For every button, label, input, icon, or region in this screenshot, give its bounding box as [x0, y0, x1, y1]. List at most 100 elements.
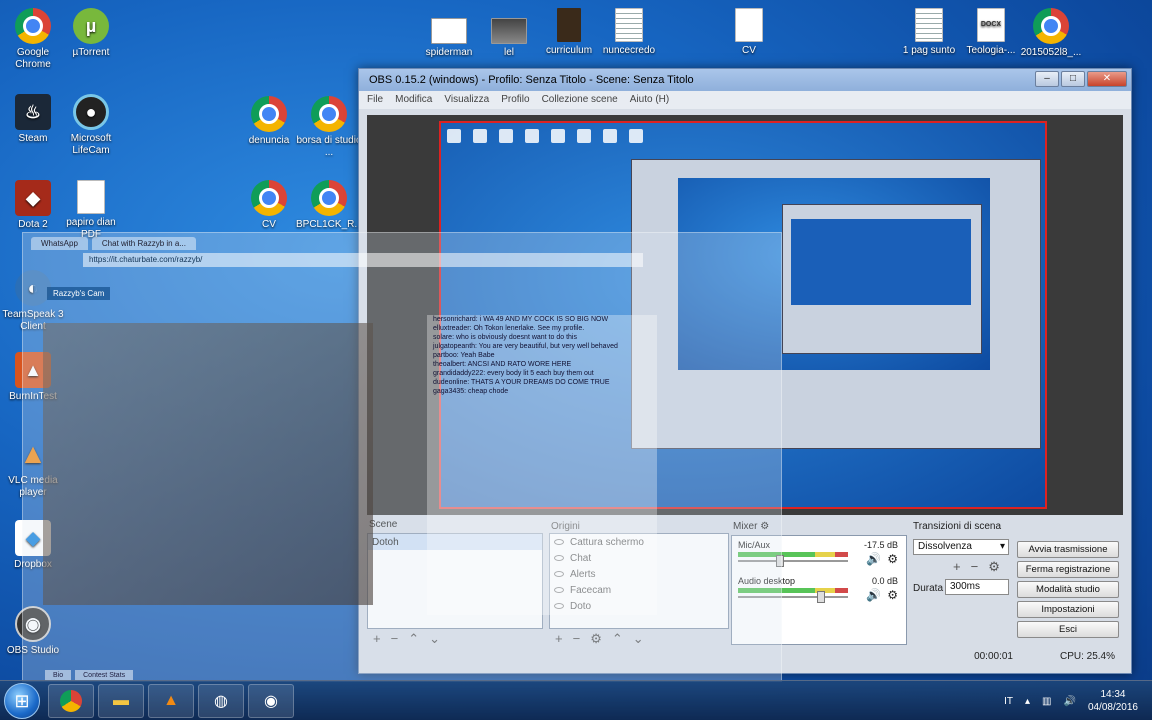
- desktop-icon-label: curriculum: [545, 45, 593, 56]
- start-button[interactable]: [4, 683, 40, 719]
- window-controls: – □ ✕: [1035, 71, 1127, 87]
- minimize-button[interactable]: –: [1035, 71, 1059, 87]
- close-button[interactable]: ✕: [1087, 71, 1127, 87]
- dota2-icon: ◆: [15, 180, 51, 216]
- chat-message: theoalbert: ANCSI AND RATO WORE HERE: [433, 361, 572, 368]
- desktop-icon-teologia[interactable]: DOCX Teologia-...: [958, 8, 1024, 57]
- speaker-icon[interactable]: 🔊: [1063, 696, 1075, 707]
- speaker-icon[interactable]: 🔊: [866, 588, 881, 602]
- chrome-icon: [311, 180, 347, 216]
- image-icon: [491, 18, 527, 44]
- desktop-icon-lifecam[interactable]: ● Microsoft LifeCam: [58, 94, 124, 157]
- gear-icon[interactable]: ⚙: [887, 588, 898, 602]
- desktop-icon-label: BPCL1CK_R...: [296, 219, 363, 230]
- remove-transition-button[interactable]: −: [971, 559, 979, 575]
- studio-mode-button[interactable]: Modalità studio: [1017, 581, 1119, 598]
- image-icon: [557, 8, 581, 42]
- clock-time: 14:34: [1100, 689, 1126, 700]
- network-icon[interactable]: ▥: [1042, 696, 1051, 707]
- settings-button[interactable]: Impostazioni: [1017, 601, 1119, 618]
- chrome-icon: [251, 180, 287, 216]
- chrome-icon: [251, 96, 287, 132]
- obs-title-bar[interactable]: OBS 0.15.2 (windows) - Profilo: Senza Ti…: [359, 69, 1131, 91]
- add-transition-button[interactable]: +: [953, 559, 961, 575]
- exit-button[interactable]: Esci: [1017, 621, 1119, 638]
- desktop-icon-borsa[interactable]: borsa di studio ...: [296, 96, 362, 159]
- volume-slider-knob[interactable]: [816, 591, 825, 603]
- desktop-icon-label: Steam: [18, 133, 48, 144]
- status-cpu: CPU: 25.4%: [1059, 651, 1115, 662]
- menu-profilo[interactable]: Profilo: [501, 91, 529, 109]
- stop-recording-button[interactable]: Ferma registrazione: [1017, 561, 1119, 578]
- desktop-icon-lel[interactable]: lel: [476, 18, 542, 59]
- taskbar-vlc[interactable]: ▲: [148, 684, 194, 718]
- arrow-up-icon[interactable]: ▴: [1025, 696, 1030, 707]
- clock[interactable]: 14:34 04/08/2016: [1088, 688, 1138, 714]
- docx-icon: DOCX: [977, 8, 1005, 42]
- desktop-icon-label: 1 pag sunto: [902, 45, 956, 56]
- desktop-icon-label: CV: [742, 45, 756, 56]
- chat-message: partboo: Yeah Babe: [433, 352, 495, 359]
- utorrent-icon: µ: [73, 8, 109, 44]
- taskbar-explorer[interactable]: ▬: [98, 684, 144, 718]
- taskbar-obs[interactable]: ◉: [248, 684, 294, 718]
- transitions-panel-label: Transizioni di scena: [913, 521, 1002, 532]
- window-title: OBS 0.15.2 (windows) - Profilo: Senza Ti…: [369, 74, 694, 86]
- clock-date: 04/08/2016: [1087, 702, 1138, 713]
- cam-title: Razzyb's Cam: [47, 287, 111, 300]
- desktop-icon-steam[interactable]: ♨ Steam: [0, 94, 66, 145]
- menu-visualizza[interactable]: Visualizza: [444, 91, 489, 109]
- address-bar[interactable]: https://it.chaturbate.com/razzyb/: [83, 253, 643, 267]
- webcam-video[interactable]: [43, 323, 373, 605]
- browser-tab[interactable]: WhatsApp: [31, 237, 88, 250]
- chevron-down-icon: ▾: [999, 541, 1005, 552]
- desktop-icon-curriculum[interactable]: curriculum: [536, 8, 602, 57]
- desktop-icon-label: nuncecredo: [602, 45, 656, 56]
- chrome-icon: [60, 690, 82, 712]
- desktop-icon-utorrent[interactable]: µ µTorrent: [58, 8, 124, 59]
- chat-message: hersonrichard: i WA 49 AND MY COCK IS SO…: [433, 316, 609, 323]
- start-streaming-button[interactable]: Avvia trasmissione: [1017, 541, 1119, 558]
- menu-bar: File Modifica Visualizza Profilo Collezi…: [359, 91, 1131, 109]
- desktop-icon-bpclick[interactable]: BPCL1CK_R...: [296, 180, 363, 231]
- taskbar-chrome[interactable]: [48, 684, 94, 718]
- duration-input[interactable]: 300ms: [945, 579, 1009, 595]
- desktop-icon-cv-chrome[interactable]: CV: [236, 180, 302, 231]
- desktop-icon-label: borsa di studio ...: [296, 135, 362, 158]
- gear-icon[interactable]: ⚙: [988, 559, 1000, 575]
- desktop-icon-cv-doc[interactable]: CV: [716, 8, 782, 57]
- chrome-icon: [1033, 8, 1069, 44]
- desktop-icon-label: µTorrent: [72, 47, 110, 58]
- chat-message: elluxtreader: Oh Tokon lenerlake. See my…: [433, 325, 585, 332]
- gear-icon[interactable]: ⚙: [887, 552, 898, 566]
- desktop-icon-label: lel: [503, 47, 514, 58]
- menu-modifica[interactable]: Modifica: [395, 91, 432, 109]
- menu-file[interactable]: File: [367, 91, 383, 109]
- desktop-icon-denuncia[interactable]: denuncia: [236, 96, 302, 147]
- chrome-icon: [15, 8, 51, 44]
- desktop-icon-label: spiderman: [425, 47, 473, 58]
- taskbar-steam[interactable]: ◍: [198, 684, 244, 718]
- desktop-icon-sunto[interactable]: 1 pag sunto: [896, 8, 962, 57]
- transition-select[interactable]: Dissolvenza ▾: [913, 539, 1009, 555]
- menu-collezione-scene[interactable]: Collezione scene: [542, 91, 618, 109]
- document-icon: [915, 8, 943, 42]
- desktop-icon-chrome[interactable]: Google Chrome: [0, 8, 66, 71]
- desktop-icon-dota2[interactable]: ◆ Dota 2: [0, 180, 66, 231]
- desktop-icon-nuncecredo[interactable]: nuncecredo: [596, 8, 662, 57]
- taskbar: ▬ ▲ ◍ ◉ IT ▴ ▥ 🔊 14:34 04/08/2016: [0, 680, 1152, 720]
- steam-icon: ◍: [214, 693, 228, 710]
- document-icon: [615, 8, 643, 42]
- desktop-icon-spiderman[interactable]: spiderman: [416, 18, 482, 59]
- maximize-button[interactable]: □: [1061, 71, 1085, 87]
- desktop-icon-2015[interactable]: 2015052l8_...: [1018, 8, 1084, 59]
- language-indicator[interactable]: IT: [1004, 696, 1013, 707]
- transition-toolbar: + − ⚙: [953, 559, 1000, 575]
- chat-panel: hersonrichard: i WA 49 AND MY COCK IS SO…: [427, 315, 657, 615]
- folder-icon: ▬: [113, 692, 129, 709]
- desktop-icon-label: Dota 2: [18, 219, 48, 230]
- speaker-icon[interactable]: 🔊: [866, 552, 881, 566]
- menu-aiuto[interactable]: Aiuto (H): [630, 91, 669, 109]
- vlc-icon: ▲: [163, 692, 179, 709]
- browser-tab[interactable]: Chat with Razzyb in a...: [91, 237, 196, 250]
